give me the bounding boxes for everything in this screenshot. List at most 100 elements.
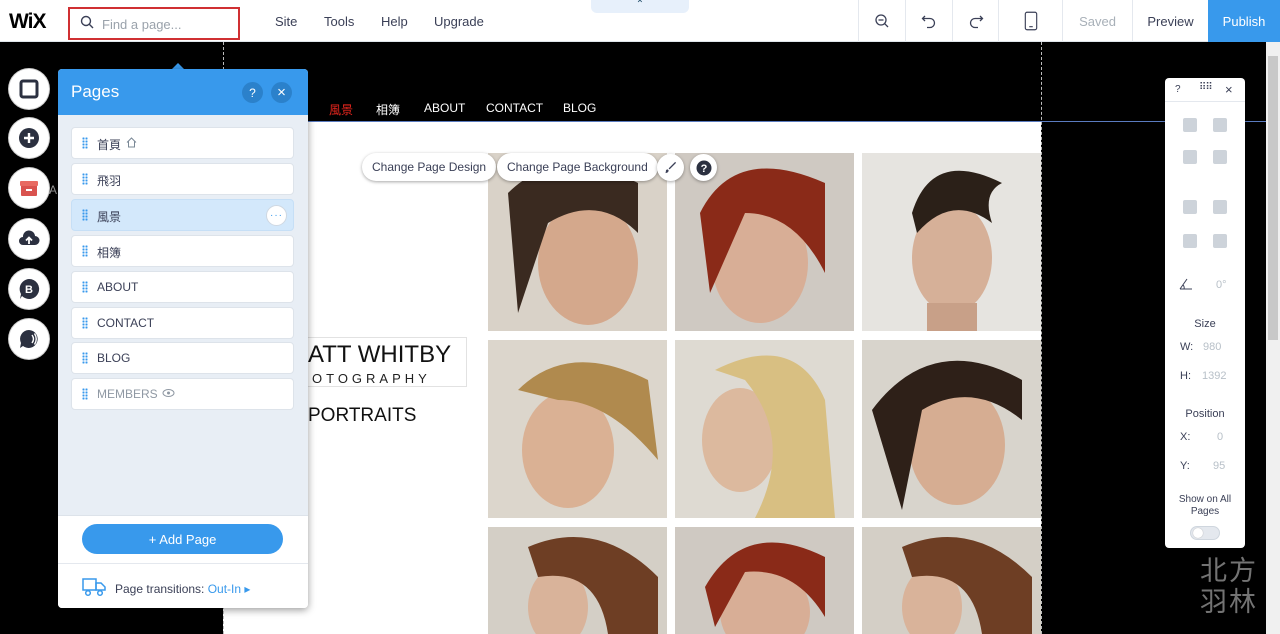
- pages-list: 首頁 飛羽 風景 ··· 相簿 ABOUT CONTACT BLOG MEMBE…: [58, 115, 308, 515]
- undo-button[interactable]: [905, 0, 952, 42]
- drag-handle-icon[interactable]: [82, 173, 88, 185]
- rotate-angle-icon: [1179, 278, 1192, 290]
- add-tool-button[interactable]: [9, 118, 49, 158]
- mobile-icon: [1024, 11, 1037, 31]
- preview-button[interactable]: Preview: [1132, 0, 1208, 42]
- page-item-contact[interactable]: CONTACT: [71, 307, 294, 339]
- y-value[interactable]: 95: [1213, 460, 1225, 472]
- width-value[interactable]: 980: [1203, 341, 1221, 353]
- menu-help[interactable]: Help: [381, 14, 408, 29]
- menu-upgrade[interactable]: Upgrade: [434, 14, 484, 29]
- page-label: 飛羽: [97, 174, 122, 188]
- redo-icon: [969, 15, 983, 29]
- size-label: Size: [1194, 318, 1216, 330]
- show-on-all-pages-toggle[interactable]: [1190, 526, 1220, 540]
- collapse-topbar-button[interactable]: ⌃: [591, 0, 689, 13]
- cloud-upload-icon: [19, 230, 40, 245]
- undo-icon: [921, 15, 936, 29]
- plus-icon: [19, 128, 39, 148]
- drag-handle-icon[interactable]: [82, 317, 88, 329]
- gallery-photo[interactable]: [675, 340, 854, 518]
- blog-icon: B: [19, 278, 40, 299]
- change-page-background-button[interactable]: Change Page Background: [497, 153, 658, 181]
- home-icon: [126, 137, 137, 148]
- delete-icon[interactable]: [1213, 150, 1227, 164]
- gallery-photo[interactable]: [862, 340, 1041, 518]
- drag-handle-icon[interactable]: [82, 209, 88, 221]
- pages-panel-header: Pages ? ×: [58, 69, 308, 115]
- y-label: Y:: [1180, 460, 1190, 472]
- rotation-value[interactable]: 0°: [1216, 279, 1227, 291]
- design-brush-button[interactable]: [657, 154, 684, 181]
- drag-handle-icon[interactable]: [82, 352, 88, 364]
- pages-tool-button[interactable]: [9, 69, 49, 109]
- gallery-photo[interactable]: [862, 153, 1041, 331]
- menu-site[interactable]: Site: [275, 14, 297, 29]
- toolbar-drag-icon[interactable]: ⠿⠿: [1199, 82, 1213, 93]
- align-icon[interactable]: [1183, 234, 1197, 248]
- wix-editor: WiX Site Tools Help Upgrade ⌃ Saved Prev…: [0, 0, 1280, 634]
- page-item-members[interactable]: MEMBERS: [71, 378, 294, 410]
- page-item-about[interactable]: ABOUT: [71, 271, 294, 303]
- page-item-blog[interactable]: BLOG: [71, 342, 294, 374]
- x-label: X:: [1180, 431, 1191, 443]
- change-page-design-button[interactable]: Change Page Design: [362, 153, 497, 181]
- toolbar-help-button[interactable]: ?: [1175, 84, 1181, 95]
- add-page-button[interactable]: + Add Page: [82, 524, 283, 554]
- x-value[interactable]: 0: [1217, 431, 1223, 443]
- pages-help-button[interactable]: ?: [242, 82, 263, 103]
- wix-logo: WiX: [9, 10, 46, 33]
- gallery-photo[interactable]: [488, 340, 667, 518]
- gallery-photo[interactable]: [862, 527, 1041, 634]
- redo-button[interactable]: [952, 0, 998, 42]
- vertical-scrollbar[interactable]: [1266, 42, 1280, 634]
- send-backward-icon[interactable]: [1213, 200, 1227, 214]
- mobile-view-button[interactable]: [998, 0, 1062, 42]
- app-market-button[interactable]: [9, 168, 49, 208]
- brush-icon: [664, 161, 677, 174]
- site-nav-landscape[interactable]: 風景: [329, 101, 353, 118]
- menu-tools[interactable]: Tools: [324, 14, 354, 29]
- scrollbar-thumb[interactable]: [1268, 56, 1278, 340]
- page-item-home[interactable]: 首頁: [71, 127, 294, 159]
- site-nav-about[interactable]: ABOUT: [424, 101, 465, 115]
- page-transitions-row[interactable]: Page transitions: Out-In ▸: [58, 563, 308, 608]
- distribute-icon[interactable]: [1213, 234, 1227, 248]
- drag-handle-icon[interactable]: [82, 245, 88, 257]
- transitions-value-link[interactable]: Out-In ▸: [208, 582, 251, 596]
- drag-handle-icon[interactable]: [82, 281, 88, 293]
- search-icon: [80, 15, 94, 29]
- duplicate-icon[interactable]: [1183, 150, 1197, 164]
- zoom-button[interactable]: [858, 0, 905, 42]
- page-help-button[interactable]: ?: [690, 154, 717, 181]
- saved-status: Saved: [1062, 0, 1132, 42]
- help-icon: ?: [696, 160, 711, 175]
- gallery-photo[interactable]: [488, 527, 667, 634]
- drag-handle-icon[interactable]: [82, 137, 88, 149]
- site-nav-blog[interactable]: BLOG: [563, 101, 596, 115]
- transition-truck-icon: [82, 578, 106, 597]
- copy-icon[interactable]: [1183, 118, 1197, 132]
- app-market-label: A: [49, 183, 58, 197]
- bring-forward-icon[interactable]: [1183, 200, 1197, 214]
- upload-tool-button[interactable]: [9, 219, 49, 259]
- drag-handle-icon[interactable]: [82, 388, 88, 400]
- pages-close-button[interactable]: ×: [271, 82, 292, 103]
- page-settings-button[interactable]: ···: [266, 205, 287, 226]
- paste-icon[interactable]: [1213, 118, 1227, 132]
- watermark-text: 北方羽林: [1200, 556, 1258, 617]
- chat-tool-button[interactable]: [9, 319, 49, 359]
- height-value[interactable]: 1392: [1202, 370, 1226, 382]
- page-item-feiyu[interactable]: 飛羽: [71, 163, 294, 195]
- blog-tool-button[interactable]: B: [9, 269, 49, 309]
- toolbar-close-button[interactable]: ×: [1225, 82, 1233, 97]
- site-nav-album[interactable]: 相簿: [376, 101, 400, 118]
- transitions-label-text: Page transitions:: [115, 582, 208, 596]
- gallery-photo[interactable]: [675, 527, 854, 634]
- publish-button[interactable]: Publish: [1208, 0, 1280, 42]
- page-search-box[interactable]: [68, 7, 240, 40]
- page-item-album[interactable]: 相簿: [71, 235, 294, 267]
- site-nav-contact[interactable]: CONTACT: [486, 101, 543, 115]
- search-input[interactable]: [102, 15, 232, 33]
- page-item-landscape[interactable]: 風景 ···: [71, 199, 294, 231]
